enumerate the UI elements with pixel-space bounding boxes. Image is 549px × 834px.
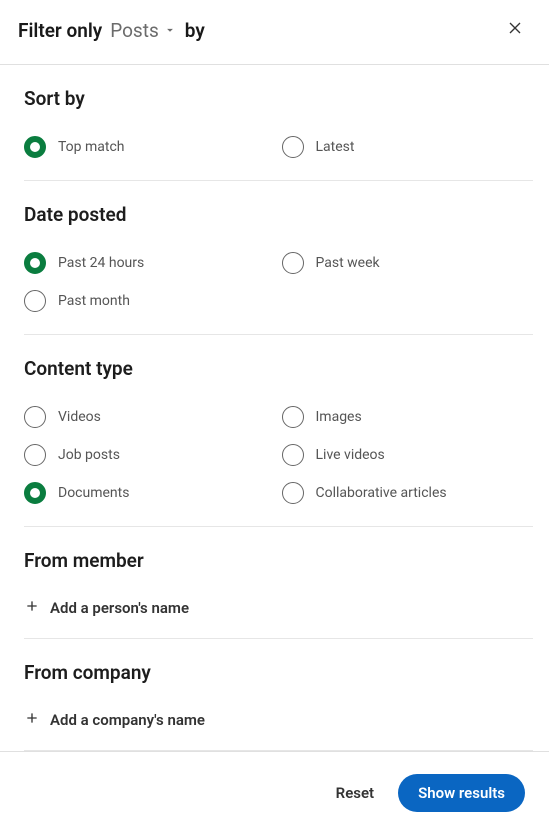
radio-icon bbox=[24, 252, 46, 274]
section-title: Sort by bbox=[24, 87, 539, 110]
option-past-month[interactable]: Past month bbox=[24, 282, 282, 320]
radio-icon bbox=[24, 290, 46, 312]
option-label: Past month bbox=[58, 293, 130, 309]
add-company-label: Add a company's name bbox=[50, 711, 205, 729]
add-person-button[interactable]: Add a person's name bbox=[24, 590, 539, 624]
close-button[interactable] bbox=[503, 18, 527, 42]
section-sort-by: Sort by Top match Latest bbox=[24, 65, 547, 181]
radio-icon bbox=[24, 406, 46, 428]
option-label: Images bbox=[316, 409, 362, 425]
option-images[interactable]: Images bbox=[282, 398, 540, 436]
filter-title-group: Filter only Posts by bbox=[18, 19, 205, 42]
section-date-posted: Date posted Past 24 hours Past week Past… bbox=[24, 181, 547, 335]
plus-icon bbox=[24, 598, 40, 618]
filter-prefix: Filter only bbox=[18, 19, 102, 42]
option-label: Past 24 hours bbox=[58, 255, 144, 271]
radio-icon bbox=[282, 482, 304, 504]
option-label: Collaborative articles bbox=[316, 485, 447, 501]
plus-icon bbox=[24, 710, 40, 730]
option-past-week[interactable]: Past week bbox=[282, 244, 540, 282]
option-label: Latest bbox=[316, 139, 355, 155]
close-icon bbox=[505, 18, 525, 42]
option-collaborative-articles[interactable]: Collaborative articles bbox=[282, 474, 540, 512]
sort-by-options: Top match Latest bbox=[24, 128, 539, 166]
option-label: Job posts bbox=[58, 447, 120, 463]
option-label: Live videos bbox=[316, 447, 385, 463]
option-latest[interactable]: Latest bbox=[282, 128, 540, 166]
option-documents[interactable]: Documents bbox=[24, 474, 282, 512]
filter-suffix: by bbox=[185, 19, 205, 42]
show-results-button[interactable]: Show results bbox=[398, 774, 525, 812]
section-title: Date posted bbox=[24, 203, 539, 226]
add-person-label: Add a person's name bbox=[50, 599, 189, 617]
reset-button[interactable]: Reset bbox=[336, 784, 374, 802]
add-company-button[interactable]: Add a company's name bbox=[24, 702, 539, 736]
option-job-posts[interactable]: Job posts bbox=[24, 436, 282, 474]
radio-icon bbox=[282, 252, 304, 274]
option-label: Documents bbox=[58, 485, 129, 501]
content-type-options: Videos Images Job posts Live videos Docu… bbox=[24, 398, 539, 512]
option-live-videos[interactable]: Live videos bbox=[282, 436, 540, 474]
date-posted-options: Past 24 hours Past week Past month bbox=[24, 244, 539, 320]
section-title: Content type bbox=[24, 357, 539, 380]
section-content-type: Content type Videos Images Job posts Liv… bbox=[24, 335, 547, 527]
filter-header: Filter only Posts by bbox=[0, 0, 549, 60]
radio-icon bbox=[282, 406, 304, 428]
scope-dropdown-label: Posts bbox=[110, 19, 159, 42]
option-label: Videos bbox=[58, 409, 101, 425]
radio-icon bbox=[24, 136, 46, 158]
option-videos[interactable]: Videos bbox=[24, 398, 282, 436]
option-past-24-hours[interactable]: Past 24 hours bbox=[24, 244, 282, 282]
option-label: Past week bbox=[316, 255, 380, 271]
chevron-down-icon bbox=[163, 19, 177, 42]
section-title: From member bbox=[24, 549, 539, 572]
filter-scroll-area[interactable]: Sort by Top match Latest Date posted Pas… bbox=[0, 65, 549, 751]
radio-icon bbox=[24, 444, 46, 466]
footer: Reset Show results bbox=[0, 751, 549, 834]
scope-dropdown[interactable]: Posts bbox=[110, 19, 177, 42]
section-title: From company bbox=[24, 661, 539, 684]
radio-icon bbox=[282, 444, 304, 466]
radio-icon bbox=[282, 136, 304, 158]
section-from-member: From member Add a person's name bbox=[24, 527, 547, 639]
section-from-company: From company Add a company's name bbox=[24, 639, 547, 751]
radio-icon bbox=[24, 482, 46, 504]
option-top-match[interactable]: Top match bbox=[24, 128, 282, 166]
option-label: Top match bbox=[58, 139, 125, 155]
